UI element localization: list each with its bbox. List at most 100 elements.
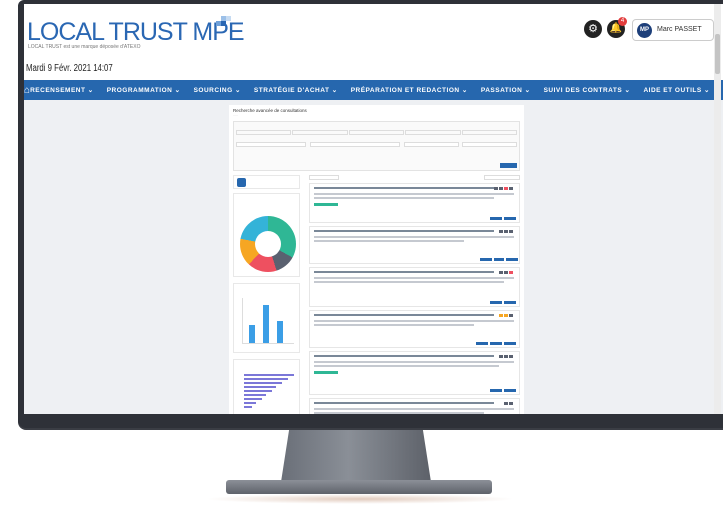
status-badge bbox=[499, 271, 503, 274]
item-title bbox=[314, 230, 494, 232]
nav-item-programmation[interactable]: PROGRAMMATION ⌄ bbox=[107, 86, 181, 94]
nav-label: PROGRAMMATION bbox=[106, 87, 173, 94]
page-content: Recherche avancée de consultations ····· bbox=[24, 100, 723, 414]
page-size-select[interactable] bbox=[309, 175, 339, 180]
item-title bbox=[314, 402, 494, 404]
avatar: MP bbox=[637, 23, 652, 38]
status-badge bbox=[509, 355, 513, 358]
bar-2 bbox=[263, 305, 269, 343]
item-title bbox=[314, 314, 494, 316]
search-button[interactable] bbox=[500, 163, 517, 168]
nav-item-passation[interactable]: PASSATION ⌄ bbox=[481, 86, 531, 94]
logo-mark-icon bbox=[216, 16, 231, 30]
chevron-down-icon: ⌄ bbox=[704, 87, 710, 94]
item-line bbox=[314, 412, 484, 414]
item-line bbox=[314, 408, 514, 410]
search-tabs bbox=[236, 130, 518, 135]
status-badge bbox=[504, 271, 508, 274]
action-button[interactable] bbox=[504, 389, 516, 392]
hbar bbox=[244, 406, 252, 408]
list-item[interactable] bbox=[309, 310, 520, 348]
status-badge bbox=[509, 402, 513, 405]
date-end-field[interactable] bbox=[462, 142, 517, 147]
tab-3[interactable] bbox=[348, 130, 405, 135]
result-count-card bbox=[233, 175, 300, 189]
breadcrumb: ····· bbox=[233, 113, 238, 117]
list-item[interactable] bbox=[309, 267, 520, 307]
hbar bbox=[244, 386, 276, 388]
status-badge bbox=[314, 371, 338, 374]
status-badge bbox=[509, 271, 513, 274]
action-button[interactable] bbox=[490, 217, 502, 220]
monitor-stand-base bbox=[226, 480, 492, 494]
hbar bbox=[244, 374, 294, 376]
action-button[interactable] bbox=[476, 342, 488, 345]
action-button[interactable] bbox=[490, 342, 502, 345]
pagination[interactable] bbox=[484, 175, 520, 180]
nav-item-preparation[interactable]: PRÉPARATION ET REDACTION ⌄ bbox=[351, 86, 468, 94]
nav-label: SOURCING bbox=[193, 87, 233, 94]
procedure-hbar-card bbox=[233, 359, 300, 414]
action-button[interactable] bbox=[480, 258, 492, 261]
tab-5[interactable] bbox=[461, 130, 518, 135]
gear-icon[interactable]: ⚙ bbox=[584, 20, 602, 38]
tab-2[interactable] bbox=[292, 130, 348, 135]
status-badge bbox=[504, 314, 508, 317]
status-badge bbox=[499, 314, 503, 317]
action-button[interactable] bbox=[506, 258, 518, 261]
nav-item-suivi-contrats[interactable]: SUIVI DES CONTRATS ⌄ bbox=[544, 86, 631, 94]
hbar bbox=[244, 398, 262, 400]
status-badge bbox=[499, 187, 503, 190]
nav-label: PRÉPARATION ET REDACTION bbox=[350, 87, 460, 94]
keyword-field[interactable] bbox=[236, 142, 306, 147]
user-menu-button[interactable]: MP Marc PASSET bbox=[632, 19, 714, 41]
status-badge bbox=[504, 355, 508, 358]
item-line bbox=[314, 365, 499, 367]
action-button[interactable] bbox=[490, 389, 502, 392]
tab-1[interactable] bbox=[236, 130, 292, 135]
list-item[interactable] bbox=[309, 183, 520, 223]
brand-logo[interactable]: LOCAL TRUST MPE bbox=[27, 18, 245, 47]
item-title bbox=[314, 187, 494, 189]
hbar bbox=[244, 378, 288, 380]
notification-badge: 4 bbox=[618, 17, 627, 26]
scrollbar[interactable] bbox=[714, 4, 721, 414]
list-item[interactable] bbox=[309, 398, 520, 414]
monitor-stand-shadow bbox=[205, 494, 515, 504]
status-badge bbox=[509, 314, 513, 317]
status-badge bbox=[504, 187, 508, 190]
page-title: Recherche avancée de consultations bbox=[233, 108, 307, 113]
nav-item-sourcing[interactable]: SOURCING ⌄ bbox=[194, 86, 241, 94]
scrollbar-thumb[interactable] bbox=[715, 34, 720, 74]
procedure-select[interactable] bbox=[310, 142, 400, 147]
status-badge bbox=[494, 187, 498, 190]
chevron-down-icon: ⌄ bbox=[624, 87, 631, 94]
search-form bbox=[233, 121, 520, 171]
list-item[interactable] bbox=[309, 351, 520, 395]
date-start-field[interactable] bbox=[404, 142, 459, 147]
nav-item-aide-outils[interactable]: AIDE ET OUTILS ⌄ bbox=[643, 86, 710, 94]
nav-label: RECENSEMENT bbox=[30, 87, 86, 94]
action-button[interactable] bbox=[494, 258, 504, 261]
action-button[interactable] bbox=[504, 301, 516, 304]
tab-4[interactable] bbox=[405, 130, 461, 135]
action-button[interactable] bbox=[504, 217, 516, 220]
action-button[interactable] bbox=[490, 301, 502, 304]
hbar bbox=[244, 402, 256, 404]
hbar bbox=[244, 390, 272, 392]
status-badge bbox=[499, 230, 503, 233]
item-line bbox=[314, 236, 514, 238]
action-button[interactable] bbox=[504, 342, 516, 345]
nav-label: SUIVI DES CONTRATS bbox=[543, 87, 623, 94]
status-donut-chart bbox=[240, 216, 296, 272]
nav-item-recensement[interactable]: RECENSEMENT ⌄ bbox=[30, 86, 94, 94]
chevron-down-icon: ⌄ bbox=[234, 87, 241, 94]
user-name: Marc PASSET bbox=[657, 26, 702, 33]
item-line bbox=[314, 197, 494, 199]
item-line bbox=[314, 320, 514, 322]
monitor-stand-neck bbox=[281, 424, 431, 482]
list-item[interactable] bbox=[309, 226, 520, 264]
nav-item-strategie-achat[interactable]: STRATÉGIE D'ACHAT ⌄ bbox=[254, 86, 338, 94]
item-line bbox=[314, 240, 464, 242]
app-header: LOCAL TRUST MPE LOCAL TRUST est une marq… bbox=[24, 4, 723, 80]
